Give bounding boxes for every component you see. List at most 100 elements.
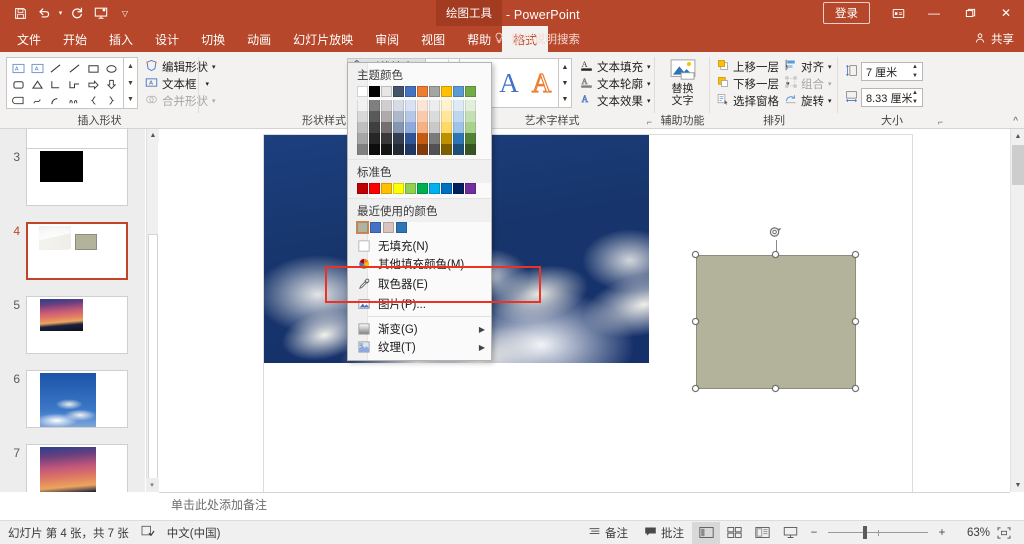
size-dialog-launcher[interactable]: ⌐ bbox=[938, 117, 943, 127]
theme-variant-8-1[interactable] bbox=[453, 111, 464, 122]
theme-variant-0-2[interactable] bbox=[357, 122, 368, 133]
theme-variant-1-0[interactable] bbox=[369, 100, 380, 111]
recent-color-swatch-1[interactable] bbox=[370, 222, 381, 233]
height-spin-up-icon[interactable]: ▲ bbox=[912, 64, 920, 70]
theme-variant-5-2[interactable] bbox=[417, 122, 428, 133]
shape-width-input[interactable]: 8.33 厘米 ▲▼ bbox=[861, 88, 923, 107]
wordart-styles-scroll[interactable]: ▲ ▼ ▼ bbox=[559, 58, 572, 108]
slide-thumbnail[interactable] bbox=[26, 148, 128, 206]
tab-view[interactable]: 视图 bbox=[410, 26, 456, 52]
close-button[interactable]: ✕ bbox=[988, 0, 1024, 26]
sign-in-button[interactable]: 登录 bbox=[823, 2, 870, 24]
theme-color-column-9[interactable] bbox=[465, 100, 476, 155]
wordart-dialog-launcher[interactable]: ⌐ bbox=[647, 117, 652, 127]
list-item[interactable]: 6 bbox=[0, 370, 145, 428]
theme-variant-6-0[interactable] bbox=[429, 100, 440, 111]
theme-variant-6-4[interactable] bbox=[429, 144, 440, 155]
send-backward-button[interactable]: 下移一层 ▾ bbox=[714, 75, 793, 92]
theme-variant-9-0[interactable] bbox=[465, 100, 476, 111]
slide-thumbnail-selected[interactable] bbox=[26, 222, 128, 280]
theme-color-swatch-5[interactable] bbox=[417, 86, 428, 97]
rotate-handle-icon[interactable] bbox=[768, 225, 783, 240]
undo-icon[interactable] bbox=[32, 0, 56, 26]
theme-variant-0-0[interactable] bbox=[357, 100, 368, 111]
shape-height-input[interactable]: 7 厘米 ▲▼ bbox=[861, 62, 923, 81]
selected-shape[interactable] bbox=[696, 255, 856, 389]
spell-check-icon[interactable] bbox=[141, 525, 155, 540]
panel-scroll-thumb[interactable] bbox=[148, 234, 158, 479]
resize-handle-sw[interactable] bbox=[692, 385, 699, 392]
recent-color-swatch-2[interactable] bbox=[383, 222, 394, 233]
slide-thumbnail-panel[interactable]: 3 4 5 6 bbox=[0, 129, 145, 492]
theme-variant-8-4[interactable] bbox=[453, 144, 464, 155]
theme-colors-top-row[interactable] bbox=[348, 86, 491, 97]
stage-vertical-scrollbar[interactable]: ▲ ▼ bbox=[1010, 129, 1024, 492]
undo-dropdown-icon[interactable]: ▾ bbox=[56, 0, 65, 26]
shape-line-arrow-icon[interactable] bbox=[65, 60, 84, 76]
text-outline-caret-icon[interactable]: ▾ bbox=[647, 80, 651, 88]
theme-variant-4-1[interactable] bbox=[405, 111, 416, 122]
align-caret-icon[interactable]: ▾ bbox=[828, 63, 832, 71]
zoom-out-button[interactable]: − bbox=[804, 522, 824, 544]
theme-color-swatch-8[interactable] bbox=[453, 86, 464, 97]
recent-color-swatch-3[interactable] bbox=[396, 222, 407, 233]
menu-item-gradient[interactable]: 渐变(G) ▶ bbox=[348, 320, 491, 338]
resize-handle-n[interactable] bbox=[772, 251, 779, 258]
theme-variant-5-4[interactable] bbox=[417, 144, 428, 155]
resize-handle-se[interactable] bbox=[852, 385, 859, 392]
theme-color-column-8[interactable] bbox=[453, 100, 464, 155]
slide-sorter-icon[interactable] bbox=[720, 522, 748, 544]
width-spin-down-icon[interactable]: ▼ bbox=[912, 99, 920, 105]
zoom-percent-label[interactable]: 63% bbox=[952, 527, 990, 539]
list-item[interactable]: 3 bbox=[0, 148, 145, 206]
minimize-button[interactable]: — bbox=[916, 0, 952, 26]
theme-color-swatch-1[interactable] bbox=[369, 86, 380, 97]
tab-home[interactable]: 开始 bbox=[52, 26, 98, 52]
theme-color-column-6[interactable] bbox=[429, 100, 440, 155]
standard-colors-row[interactable] bbox=[348, 183, 491, 194]
notes-button[interactable]: 备注 bbox=[580, 525, 636, 541]
standard-color-swatch-2[interactable] bbox=[381, 183, 392, 194]
rotate-caret-icon[interactable]: ▾ bbox=[828, 97, 832, 105]
theme-variant-1-1[interactable] bbox=[369, 111, 380, 122]
theme-variant-2-2[interactable] bbox=[381, 122, 392, 133]
theme-variant-4-0[interactable] bbox=[405, 100, 416, 111]
tab-design[interactable]: 设计 bbox=[144, 26, 190, 52]
slide-panel-scrollbar[interactable]: ▲ ▼ bbox=[146, 129, 158, 492]
collapse-ribbon-icon[interactable]: ^ bbox=[1013, 116, 1018, 127]
stage-scroll-down-icon[interactable]: ▼ bbox=[1011, 478, 1024, 492]
selection-pane-button[interactable]: 选择窗格 bbox=[714, 92, 793, 109]
list-item[interactable]: 7 bbox=[0, 444, 145, 492]
theme-color-swatch-2[interactable] bbox=[381, 86, 392, 97]
theme-variant-9-2[interactable] bbox=[465, 122, 476, 133]
list-item[interactable]: 4 bbox=[0, 222, 145, 280]
theme-variant-4-3[interactable] bbox=[405, 133, 416, 144]
start-slideshow-icon[interactable] bbox=[89, 0, 113, 26]
zoom-slider-knob[interactable] bbox=[863, 526, 867, 539]
ribbon-display-options-icon[interactable] bbox=[880, 0, 916, 26]
shapes-gallery-scroll[interactable]: ▲ ▼ ▼ bbox=[124, 57, 138, 109]
shape-right-arrow-icon[interactable] bbox=[84, 76, 103, 92]
shapes-gallery-more-icon[interactable]: ▼ bbox=[124, 91, 137, 108]
wordart-scroll-down-icon[interactable]: ▼ bbox=[559, 75, 571, 91]
wordart-scroll-up-icon[interactable]: ▲ bbox=[559, 59, 571, 75]
slideshow-icon[interactable] bbox=[776, 522, 804, 544]
resize-handle-nw[interactable] bbox=[692, 251, 699, 258]
list-item[interactable]: 5 bbox=[0, 296, 145, 354]
wordart-preset-2[interactable]: A bbox=[499, 68, 519, 99]
height-spinner[interactable]: ▲ ▼ bbox=[912, 64, 920, 79]
standard-color-swatch-4[interactable] bbox=[405, 183, 416, 194]
redo-icon[interactable] bbox=[65, 0, 89, 26]
theme-variant-9-3[interactable] bbox=[465, 133, 476, 144]
stage-scroll-thumb[interactable] bbox=[1012, 145, 1024, 185]
slide-editing-area[interactable] bbox=[159, 129, 1010, 492]
theme-variant-4-4[interactable] bbox=[405, 144, 416, 155]
theme-variant-6-2[interactable] bbox=[429, 122, 440, 133]
theme-variant-5-0[interactable] bbox=[417, 100, 428, 111]
theme-variant-4-2[interactable] bbox=[405, 122, 416, 133]
theme-variant-0-3[interactable] bbox=[357, 133, 368, 144]
theme-variant-3-0[interactable] bbox=[393, 100, 404, 111]
shape-oval-icon[interactable] bbox=[102, 60, 121, 76]
shape-width-control[interactable]: 8.33 厘米 ▲▼ bbox=[845, 88, 923, 107]
theme-colors-variants[interactable] bbox=[348, 100, 491, 155]
